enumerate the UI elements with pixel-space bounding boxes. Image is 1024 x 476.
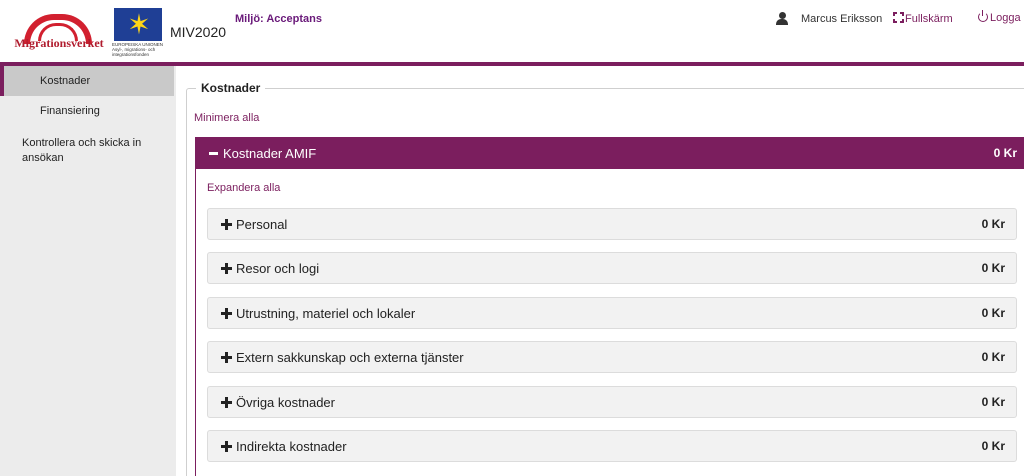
logo-text: Migrationsverket (14, 36, 104, 50)
fullscreen-label: Fullskärm (905, 13, 953, 25)
sidebar: Kostnader Finansiering Kontrollera och s… (0, 66, 176, 476)
plus-icon (221, 308, 232, 319)
sidebar-item-kontrollera[interactable]: Kontrollera och skicka in ansökan (0, 134, 150, 166)
row-amount: 0 Kr (981, 395, 1005, 409)
minimize-all-link[interactable]: Minimera alla (194, 112, 259, 124)
row-label: Personal (236, 217, 288, 232)
eu-logo-text: EUROPEISKA UNIONEN Asyl-, migrations- oc… (112, 42, 164, 57)
minus-icon (209, 152, 218, 155)
amif-panel-header[interactable]: Kostnader AMIF 0 Kr (195, 137, 1024, 169)
sidebar-item-finansiering[interactable]: Finansiering (0, 102, 174, 126)
plus-icon (221, 263, 232, 274)
logout-label: Logga (990, 12, 1021, 24)
cost-row-personal[interactable]: Personal 0 Kr (207, 208, 1017, 240)
fullscreen-button[interactable]: Fullskärm (893, 12, 953, 25)
plus-icon (221, 219, 232, 230)
cost-row-ovriga[interactable]: Övriga kostnader 0 Kr (207, 386, 1017, 418)
environment-label: Miljö: Acceptans (235, 13, 322, 25)
panel-total: 0 Kr (993, 146, 1017, 160)
app-header: Migrationsverket ✶ EUROPEISKA UNIONEN As… (0, 0, 1024, 62)
row-amount: 0 Kr (981, 306, 1005, 320)
cost-row-utrustning[interactable]: Utrustning, materiel och lokaler 0 Kr (207, 297, 1017, 329)
power-icon (978, 10, 988, 22)
fullscreen-icon (893, 12, 904, 23)
cost-row-indirekta[interactable]: Indirekta kostnader 0 Kr (207, 430, 1017, 462)
panel-title: Kostnader AMIF (223, 146, 317, 161)
eu-logo: ✶ EUROPEISKA UNIONEN Asyl-, migrations- … (112, 8, 164, 58)
row-label: Övriga kostnader (236, 395, 335, 410)
eu-stars-icon: ✶ (127, 9, 150, 40)
row-label: Utrustning, materiel och lokaler (236, 306, 416, 321)
logout-button[interactable]: Logga (978, 10, 1021, 24)
row-label: Indirekta kostnader (236, 439, 347, 454)
user-name[interactable]: Marcus Eriksson (801, 13, 882, 25)
row-amount: 0 Kr (981, 217, 1005, 231)
expand-all-link[interactable]: Expandera alla (207, 182, 280, 194)
cost-row-resor[interactable]: Resor och logi 0 Kr (207, 252, 1017, 284)
row-amount: 0 Kr (981, 350, 1005, 364)
sidebar-item-kostnader[interactable]: Kostnader (0, 66, 174, 96)
plus-icon (221, 352, 232, 363)
cost-row-extern[interactable]: Extern sakkunskap och externa tjänster 0… (207, 341, 1017, 373)
user-icon (776, 12, 788, 25)
row-amount: 0 Kr (981, 439, 1005, 453)
app-name: MIV2020 (170, 24, 227, 40)
row-amount: 0 Kr (981, 261, 1005, 275)
costs-legend: Kostnader (196, 81, 266, 95)
row-label: Extern sakkunskap och externa tjänster (236, 350, 464, 365)
row-label: Resor och logi (236, 261, 320, 276)
plus-icon (221, 397, 232, 408)
migrationsverket-logo: Migrationsverket (10, 8, 108, 54)
plus-icon (221, 441, 232, 452)
main-content: Kostnader Minimera alla Kostnader AMIF 0… (176, 66, 1024, 476)
